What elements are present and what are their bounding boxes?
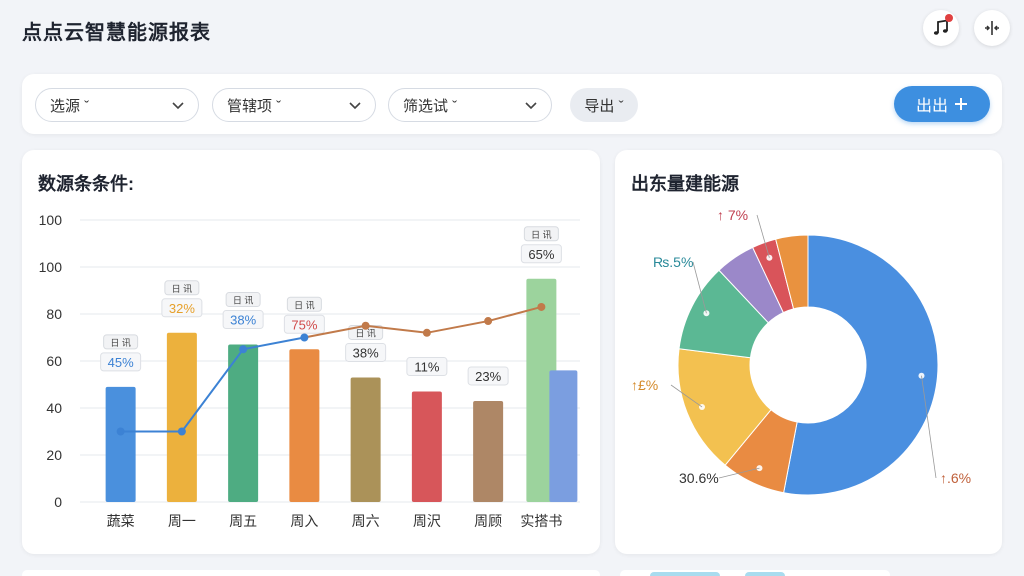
split-view-button[interactable] [974,10,1010,46]
bottom-card-edge [22,570,600,576]
primary-action-label: 出出 [915,98,948,115]
data-tag-text: 日 讯 [294,300,315,310]
slice-label: ₨.5% [653,254,693,270]
data-label: 65% [528,247,554,262]
data-label: 45% [108,355,134,370]
x-tick-label: 周沢 [413,513,441,529]
filter-bar: 选源 ˇ 管辖项 ˇ 筛选试 ˇ 导出 ˇ 出出 [22,74,1002,134]
line-point [300,333,309,342]
source-select[interactable]: 选源 ˇ [35,88,199,122]
y-tick-label: 20 [46,447,62,463]
plus-icon [955,98,967,110]
x-tick-label: 周六 [352,513,380,529]
y-tick-label: 60 [46,353,62,369]
source-select-label: 选源 ˇ [50,97,90,115]
line-point [239,345,248,354]
bottom-tag [650,572,720,576]
line-point [484,317,493,326]
district-select-label: 管辖项 ˇ [227,97,282,115]
bar-chart-card: 数源条条件: 0 20 40 60 80 100 100 蔬菜日 讯 45% 周一日 讯 32% 周五… [22,150,600,554]
top-bar: 点点云智慧能源报表 [0,0,1024,60]
slice-label: ↑.6% [940,470,971,486]
bar [411,391,442,502]
primary-action-button[interactable]: 出出 [894,86,990,122]
music-button[interactable] [923,10,959,46]
data-tag-text: 日 讯 [355,328,376,338]
bar [105,386,136,502]
export-dropdown[interactable]: 导出 ˇ [570,88,638,122]
data-label: 75% [291,317,317,332]
bar [350,377,381,502]
line-point [177,427,186,436]
line-point [422,328,431,337]
x-tick-label: 实搭书 [520,513,562,529]
bar [289,349,320,502]
data-label: 23% [475,369,501,384]
x-tick-label: 周一 [168,513,196,529]
data-label: 32% [169,301,195,316]
data-tag-text: 日 讯 [110,338,131,348]
y-tick-label: 40 [46,400,62,416]
filter-select-label: 筛选试 ˇ [403,97,458,115]
bar [228,344,259,502]
data-label: 38% [230,313,256,328]
y-tick-label: 100 [39,212,63,228]
bottom-card-peek [620,570,890,576]
x-tick-label: 周顾 [474,513,502,529]
slice-marker [756,465,763,472]
x-tick-label: 周入 [290,513,318,529]
slice-label: 30.6% [679,470,719,486]
data-tag-text: 日 讯 [172,284,193,294]
slice-label: ↑ 7% [717,207,748,223]
filter-select[interactable]: 筛选试 ˇ [388,88,552,122]
split-view-icon [985,21,999,35]
chevron-down-icon [349,102,361,110]
donut-chart: ↑.6% 30.6% ↑£% ₨.5% ↑ 7% [631,207,971,496]
line-point [361,321,370,330]
bar-chart: 0 20 40 60 80 100 100 蔬菜 日 讯 45% 周一 日 讯 32% 周五 日 讯 38% 周… [39,212,580,529]
data-tag-text: 日 讯 [233,296,254,306]
y-tick-label: 80 [46,306,62,322]
district-select[interactable]: 管辖项 ˇ [212,88,376,122]
notification-dot [945,14,953,22]
x-tick-label: 周五 [229,513,257,529]
y-tick-label: 0 [54,494,62,510]
pie-chart-card: 出东量建能源 ↑.6% 30.6% ↑£% ₨.5% ↑ 7% [615,150,1002,554]
slice-label: ↑£% [631,377,658,393]
bottom-tag [745,572,785,576]
data-label: 38% [353,345,379,360]
x-tick-label: 蔬菜 [107,513,135,529]
data-label: 11% [414,360,439,375]
page-title: 点点云智慧能源报表 [22,22,211,44]
bar [549,370,578,502]
data-tag-text: 日 讯 [531,230,552,240]
bar [473,400,504,502]
line-point [537,302,546,311]
line-series [120,336,305,433]
y-tick-label: 100 [39,259,63,275]
chevron-down-icon [172,102,184,110]
line-point [116,427,125,436]
slice-marker [699,403,706,410]
slice-marker [766,254,773,261]
chevron-down-icon [525,102,537,110]
line-series [304,305,542,339]
